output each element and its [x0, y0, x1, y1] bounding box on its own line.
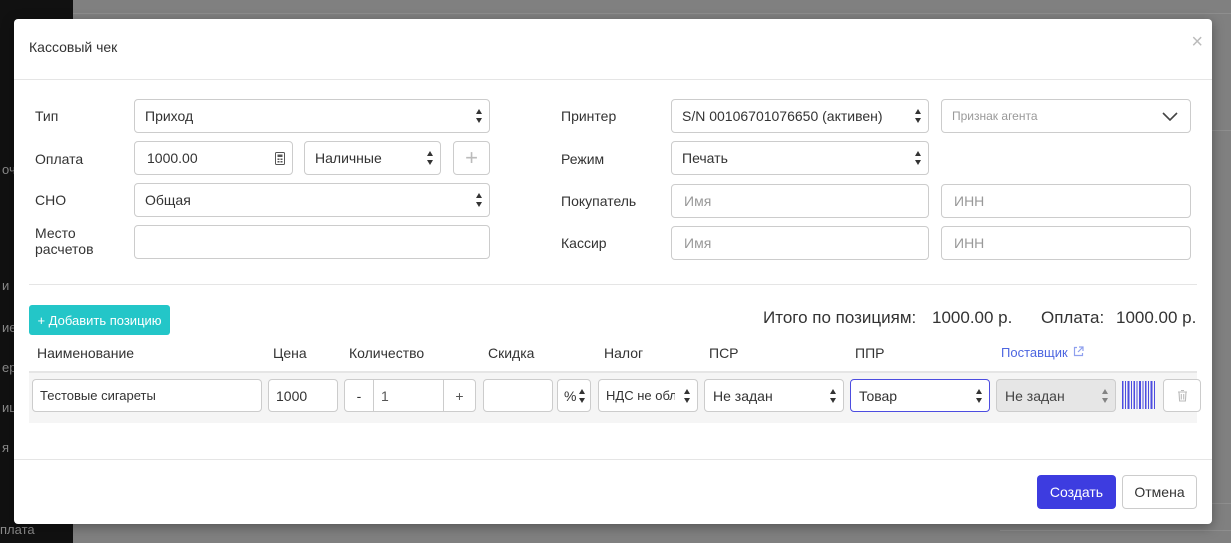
section-divider — [29, 284, 1197, 285]
sno-label: СНО — [35, 192, 67, 208]
place-input[interactable] — [134, 225, 490, 259]
buyer-inn-input[interactable]: ИНН — [941, 184, 1191, 218]
barcode-icon[interactable] — [1121, 379, 1158, 411]
printer-label: Принтер — [561, 108, 617, 124]
payment-amount-input[interactable]: 1000.00 — [134, 141, 293, 175]
buyer-name-input[interactable]: Имя — [671, 184, 929, 218]
bg-divider — [1212, 130, 1231, 131]
cashier-name-placeholder: Имя — [684, 235, 712, 251]
select-arrows-icon — [476, 193, 483, 207]
item-name-input[interactable]: Тестовые сигареты — [32, 379, 262, 412]
psr-select-value: Не задан — [713, 387, 773, 404]
bg-divider — [1000, 530, 1231, 531]
cashier-inn-placeholder: ИНН — [954, 235, 985, 251]
type-label: Тип — [35, 108, 59, 124]
items-total-value: 1000.00 р. — [932, 308, 1013, 327]
modal-header: Кассовый чек × — [14, 19, 1212, 80]
select-arrows-icon — [976, 389, 983, 403]
modal-title: Кассовый чек — [29, 39, 118, 55]
ppr-select-value: Товар — [859, 387, 898, 404]
qty-input[interactable]: 1 — [373, 379, 444, 412]
payment-total-label: Оплата: — [1041, 308, 1105, 327]
payment-amount-value: 1000.00 — [147, 150, 198, 166]
close-icon[interactable]: × — [1191, 32, 1203, 52]
discount-unit-value: % — [564, 387, 577, 404]
qty-minus-label: - — [356, 387, 362, 404]
column-header-name: Наименование — [37, 345, 135, 361]
supplier-link-label: Поставщик — [1001, 345, 1068, 360]
item-name-value: Тестовые сигареты — [40, 388, 156, 403]
supplier-select[interactable]: Не задан — [996, 379, 1116, 412]
type-select[interactable]: Приход — [134, 99, 490, 133]
buyer-label: Покупатель — [561, 193, 637, 209]
tax-select-value: НДС не обл. — [606, 388, 675, 403]
cashier-name-input[interactable]: Имя — [671, 226, 929, 260]
agent-select-placeholder: Признак агента — [952, 109, 1038, 123]
external-link-icon — [1074, 346, 1084, 357]
trash-icon — [1177, 389, 1187, 402]
select-arrows-icon — [915, 151, 922, 165]
create-button[interactable]: Создать — [1037, 475, 1116, 509]
payment-total-value: 1000.00 р. — [1116, 308, 1197, 327]
item-price-value: 1000 — [276, 387, 308, 404]
buyer-name-placeholder: Имя — [684, 193, 712, 209]
qty-plus-button[interactable]: + — [443, 379, 476, 412]
add-payment-button[interactable]: + — [453, 141, 490, 175]
payment-label: Оплата — [35, 151, 84, 167]
calculator-icon — [275, 152, 285, 165]
select-arrows-icon — [830, 389, 837, 403]
agent-select[interactable]: Признак агента — [941, 99, 1191, 133]
payment-method-select[interactable]: Наличные — [304, 141, 441, 175]
select-arrows-icon — [915, 109, 922, 123]
cancel-button[interactable]: Отмена — [1122, 475, 1197, 509]
supplier-select-value: Не задан — [1005, 387, 1065, 404]
cashier-label: Кассир — [561, 235, 607, 251]
buyer-inn-placeholder: ИНН — [954, 193, 985, 209]
sno-select-value: Общая — [145, 192, 191, 208]
mode-select-value: Печать — [682, 150, 728, 166]
place-label: Место расчетов — [35, 225, 94, 257]
qty-value: 1 — [381, 387, 389, 404]
plus-icon: + — [465, 145, 478, 170]
add-item-button[interactable]: + Добавить позицию — [29, 305, 170, 335]
bg-sidebar-text: и — [2, 278, 10, 293]
discount-unit-select[interactable]: % — [557, 379, 591, 412]
type-select-value: Приход — [145, 108, 194, 124]
supplier-link[interactable]: Поставщик — [1001, 345, 1084, 360]
select-arrows-icon — [1102, 389, 1109, 403]
printer-select[interactable]: S/N 00106701076650 (активен) — [671, 99, 929, 133]
delete-item-button[interactable] — [1163, 379, 1201, 412]
qty-minus-button[interactable]: - — [344, 379, 374, 412]
column-header-ppr: ППР — [855, 345, 885, 361]
ppr-select[interactable]: Товар — [850, 379, 990, 412]
tax-select[interactable]: НДС не обл. — [598, 379, 698, 412]
bg-divider — [73, 13, 1231, 14]
select-arrows-icon — [476, 109, 483, 123]
bg-sidebar-text: плата — [0, 522, 35, 537]
footer-divider — [14, 459, 1212, 460]
cashier-inn-input[interactable]: ИНН — [941, 226, 1191, 260]
mode-select[interactable]: Печать — [671, 141, 929, 175]
select-arrows-icon — [427, 151, 434, 165]
select-arrows-icon — [684, 389, 691, 403]
item-price-input[interactable]: 1000 — [268, 379, 338, 412]
printer-select-value: S/N 00106701076650 (активен) — [682, 108, 883, 124]
column-header-tax: Налог — [604, 345, 644, 361]
column-header-discount: Скидка — [488, 345, 535, 361]
column-header-price: Цена — [273, 345, 307, 361]
psr-select[interactable]: Не задан — [704, 379, 844, 412]
items-total-label: Итого по позициям: — [763, 308, 917, 327]
sno-select[interactable]: Общая — [134, 183, 490, 217]
mode-label: Режим — [561, 151, 605, 167]
receipt-modal: Кассовый чек × Тип Приход Оплата 1000.00… — [14, 19, 1212, 524]
payment-method-value: Наличные — [315, 150, 382, 166]
chevron-down-icon — [1162, 112, 1178, 121]
column-header-psr: ПСР — [709, 345, 739, 361]
qty-plus-label: + — [455, 387, 464, 404]
select-arrows-icon — [579, 389, 586, 403]
bg-sidebar-text: я — [2, 440, 10, 455]
discount-input[interactable] — [483, 379, 553, 412]
column-header-quantity: Количество — [349, 345, 425, 361]
